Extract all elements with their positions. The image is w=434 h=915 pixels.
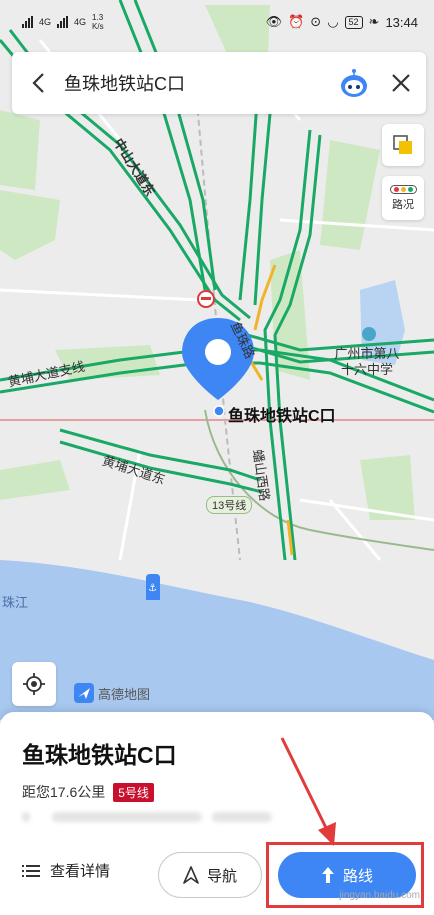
locate-me-button[interactable]	[12, 662, 56, 706]
metro-line-5-badge: 5号线	[113, 782, 154, 802]
amap-logo: 高德地图	[74, 683, 150, 703]
close-icon	[392, 74, 410, 92]
clock: 13:44	[385, 14, 418, 30]
place-sheet: 鱼珠地铁站C口 距您17.6公里 5号线 查看详情 导航 路线 jingyan.…	[0, 712, 434, 915]
signal2-label: 4G	[74, 17, 87, 27]
river-label: 珠江	[2, 595, 29, 610]
blurred-address	[22, 808, 392, 824]
back-button[interactable]	[12, 52, 64, 114]
alarm-icon: ⏰	[288, 14, 305, 29]
layers-button[interactable]	[382, 124, 424, 166]
place-title: 鱼珠地铁站C口	[22, 742, 177, 768]
signal-icon-2	[57, 16, 69, 28]
net-speed: 1.3 K/s	[92, 13, 104, 31]
net-speed-unit: K/s	[92, 22, 104, 31]
search-bar[interactable]: 鱼珠地铁站C口	[12, 52, 426, 114]
status-left: 4G 4G 1.3 K/s	[22, 13, 104, 31]
svg-text:⚓: ⚓	[148, 583, 157, 594]
leaf-icon: ❧	[368, 14, 380, 29]
navigation-arrow-icon	[183, 866, 199, 884]
net-speed-value: 1.3	[92, 13, 104, 22]
navigate-button[interactable]: 导航	[158, 852, 262, 898]
metro-line-badge: 13号线	[206, 496, 253, 514]
pin-label[interactable]: 鱼珠地铁站C口	[228, 402, 336, 426]
search-input[interactable]: 鱼珠地铁站C口	[64, 70, 332, 96]
distance-row: 距您17.6公里 5号线	[22, 782, 154, 802]
layers-icon	[393, 135, 412, 154]
status-right: 👁 ⏰ ⊙ ◡ 52 ❧ 13:44	[266, 14, 418, 30]
eye-icon: 👁	[265, 14, 283, 29]
watermark: jingyan.baidu.com	[339, 890, 420, 901]
signal1-label: 4G	[39, 17, 52, 27]
chevron-left-icon	[32, 73, 44, 93]
details-button[interactable]: 查看详情	[22, 860, 110, 881]
close-button[interactable]	[376, 52, 426, 114]
location-icon: ⊙	[310, 14, 322, 29]
traffic-light-icon	[389, 184, 417, 194]
distance-text: 距您17.6公里	[22, 784, 106, 800]
traffic-label: 路况	[392, 198, 414, 211]
nav-label: 导航	[206, 867, 237, 885]
assistant-robot-icon[interactable]	[332, 61, 376, 105]
traffic-button[interactable]: 路况	[382, 176, 424, 220]
action-bar: 查看详情 导航 路线 jingyan.baidu.com	[0, 842, 434, 908]
status-bar: 4G 4G 1.3 K/s 👁 ⏰ ⊙ ◡ 52 ❧ 13:44	[0, 0, 434, 44]
details-label: 查看详情	[50, 863, 111, 880]
list-icon	[22, 864, 40, 877]
battery-icon: 52	[344, 15, 363, 29]
wifi-icon: ◡	[327, 14, 339, 29]
signal-icon	[22, 16, 33, 28]
crosshair-icon	[23, 673, 45, 695]
amap-logo-text: 高德地图	[98, 686, 151, 702]
amap-logo-icon	[74, 683, 94, 703]
school-label: 广州市第八十六中学	[334, 346, 400, 377]
